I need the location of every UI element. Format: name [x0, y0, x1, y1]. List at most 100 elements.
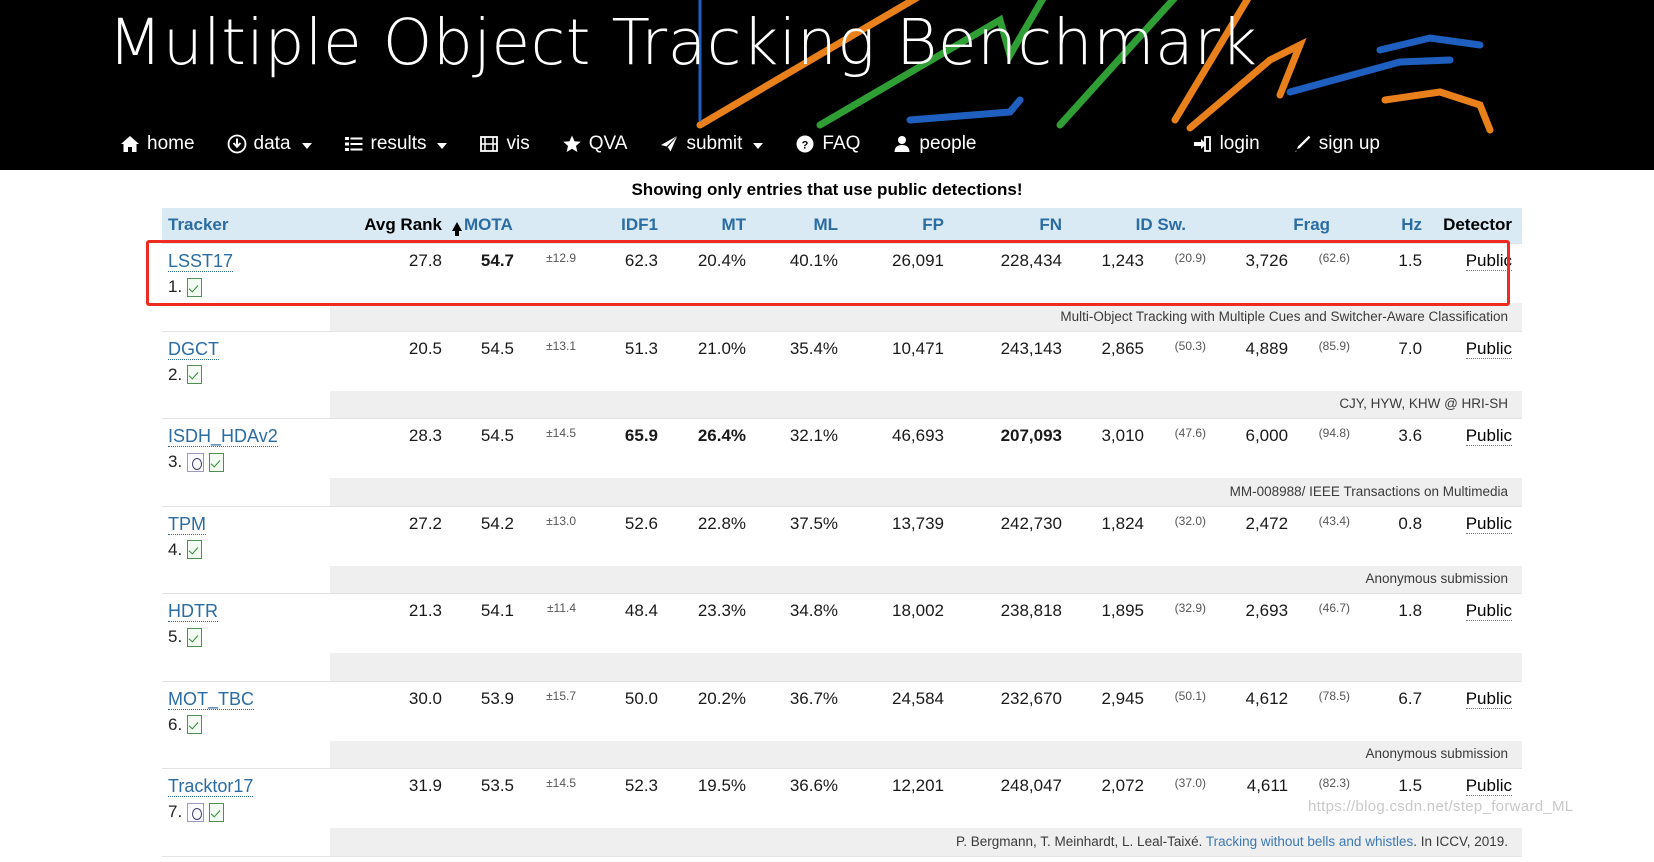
col-header-hz[interactable]: Hz: [1356, 208, 1429, 244]
idf1-cell: 52.3: [582, 768, 665, 828]
fp-cell: 35,295: [844, 855, 951, 862]
tracker-link[interactable]: DGCT: [168, 338, 219, 360]
ml-cell: 32.1%: [752, 418, 845, 478]
hz-cell: 7.0: [1356, 330, 1429, 391]
frag-percent-cell: (46.7): [1294, 593, 1357, 653]
table-row[interactable]: HDTR 5. 21.3 54.1 ±11.4 48.4 23.3% 34.8% 18,002 2…: [162, 593, 1523, 653]
note-cell: P. Bergmann, T. Meinhardt, L. Leal-Taixé…: [330, 828, 1523, 856]
col-header-mota[interactable]: MOTA: [448, 208, 583, 244]
col-header-frag[interactable]: Frag: [1212, 208, 1357, 244]
nav-item-people[interactable]: people: [876, 129, 992, 159]
note-spacer: [162, 478, 330, 506]
col-header-detector: Detector: [1428, 208, 1523, 244]
table-row[interactable]: ISDH_HDAv2 3. 28.3 54.5 ±14.5 65.9 26.4% 32.1% 4…: [162, 418, 1523, 478]
tracker-link[interactable]: Tracktor17: [168, 776, 254, 797]
id-sw-cell: 2,945: [1068, 680, 1151, 741]
frag-cell: 4,889: [1212, 330, 1295, 391]
note-suffix: . In ICCV, 2019.: [1413, 833, 1509, 849]
leaderboard-container: Tracker Avg Rank MOTA IDF1 MT ML FP FN I…: [146, 208, 1523, 862]
nav-label: login: [1219, 133, 1260, 154]
ml-cell: 36.6%: [752, 768, 845, 828]
fn-cell: 243,143: [950, 330, 1069, 391]
id-sw-percent-cell: (32.0): [1150, 505, 1213, 566]
verified-badge: [187, 627, 203, 647]
col-header-ml[interactable]: ML: [752, 208, 845, 244]
col-header-tracker[interactable]: Tracker: [162, 208, 330, 244]
col-header-mt[interactable]: MT: [664, 208, 753, 244]
table-body: LSST17 1. 27.8 54.7 ±12.9 62.3 20.4% 40.1% 26,09…: [162, 243, 1523, 862]
nav-item-results[interactable]: results: [328, 129, 464, 159]
open-source-badge: [187, 452, 205, 472]
mota-cell: 54.5: [448, 330, 520, 391]
detector-link[interactable]: Public: [1465, 513, 1513, 534]
col-header-idf1[interactable]: IDF1: [582, 208, 665, 244]
table-row[interactable]: MOT_TBC 6. 30.0 53.9 ±15.7 50.0 20.2% 36.7% 24,5…: [162, 680, 1523, 741]
ml-cell: 37.5%: [752, 505, 845, 566]
table-row[interactable]: DGCT 2. 20.5 54.5 ±13.1 51.3 21.0% 35.4% 10,471 2…: [162, 330, 1523, 391]
tracker-link[interactable]: MOT_TBC: [168, 688, 255, 710]
tracker-link[interactable]: HDTR: [168, 601, 218, 622]
frag-percent-cell: (62.6): [1294, 243, 1357, 303]
mota-deviation-cell: ±14.5: [520, 418, 583, 478]
col-header-avg-rank: Avg Rank: [330, 208, 448, 244]
detector-link[interactable]: Public: [1465, 601, 1513, 621]
mt-cell: 19.5%: [664, 768, 753, 828]
id-sw-cell: 1,243: [1068, 243, 1151, 303]
fn-cell: 238,818: [950, 593, 1069, 653]
nav-label: results: [370, 133, 427, 154]
frag-percent-cell: (43.4): [1294, 505, 1357, 566]
nav-item-home[interactable]: home: [104, 129, 211, 159]
rank-line: 3.: [168, 452, 324, 472]
nav-item-data[interactable]: data: [211, 129, 328, 159]
verified-badge: [187, 277, 203, 297]
note-spacer: [162, 303, 330, 331]
id-sw-percent-cell: (50.3): [1150, 330, 1213, 391]
nav-item-faq[interactable]: ? FAQ: [779, 129, 876, 159]
tracker-link[interactable]: LSST17: [168, 251, 234, 272]
detector-cell: Public: [1428, 680, 1523, 741]
mota-deviation-cell: ±13.1: [520, 330, 583, 391]
tracker-link[interactable]: TPM: [168, 513, 206, 535]
citation-link[interactable]: Tracking without bells and whistles: [1206, 834, 1413, 849]
table-header: Tracker Avg Rank MOTA IDF1 MT ML FP FN I…: [162, 208, 1523, 244]
col-header-fn[interactable]: FN: [950, 208, 1069, 244]
detector-link[interactable]: Public: [1465, 688, 1513, 709]
page-title: Multiple Object Tracking Benchmark: [108, 6, 1258, 79]
col-header-id-sw[interactable]: ID Sw.: [1068, 208, 1213, 244]
table-row[interactable]: LSST17 1. 27.8 54.7 ±12.9 62.3 20.4% 40.1% 26,09…: [162, 243, 1523, 303]
note-spacer: [162, 565, 330, 594]
detector-link[interactable]: Public: [1465, 251, 1513, 271]
hz-cell: 0.7: [1356, 855, 1429, 862]
rank-line: 5.: [168, 627, 324, 647]
fn-cell: 232,670: [950, 680, 1069, 741]
table-row[interactable]: MFT8.43.753.1±16.650.120.4%39.4%35,29522…: [162, 855, 1523, 862]
nav-item-login[interactable]: login: [1177, 129, 1276, 159]
mota-cell: 53.1: [448, 855, 520, 862]
tracker-cell: DGCT 2.: [162, 330, 330, 391]
note-text: Anonymous submission: [1365, 571, 1509, 587]
idf1-cell: 48.4: [582, 593, 665, 653]
nav-item-qva[interactable]: QVA: [546, 129, 644, 159]
idf1-cell: 51.3: [582, 330, 665, 391]
rank-number: 7.: [168, 802, 183, 821]
detector-link[interactable]: Public: [1465, 426, 1513, 446]
nav-item-submit[interactable]: submit: [643, 129, 779, 159]
detector-link[interactable]: Public: [1465, 776, 1513, 796]
fn-cell: 242,730: [950, 505, 1069, 566]
nav-item-signup[interactable]: sign up: [1276, 129, 1396, 159]
id-sw-percent-cell: (50.1): [1150, 680, 1213, 741]
nav-item-vis[interactable]: vis: [463, 129, 545, 159]
rank-number: 3.: [168, 452, 183, 471]
nav-label: QVA: [588, 133, 628, 154]
note-cell: MM-008988/ IEEE Transactions on Multimed…: [330, 478, 1523, 506]
note-spacer: [162, 390, 330, 419]
table-note-row: Multi-Object Tracking with Multiple Cues…: [162, 303, 1523, 331]
detector-link[interactable]: Public: [1465, 338, 1513, 359]
col-header-fp[interactable]: FP: [844, 208, 951, 244]
fp-cell: 26,091: [844, 243, 951, 303]
verified-badge: [209, 802, 225, 822]
table-row[interactable]: TPM 4. 27.2 54.2 ±13.0 52.6 22.8% 37.5% 13,739 24…: [162, 505, 1523, 566]
list-icon: [344, 134, 364, 154]
tracker-link[interactable]: ISDH_HDAv2: [168, 426, 278, 447]
rank-number: 2.: [168, 364, 183, 384]
